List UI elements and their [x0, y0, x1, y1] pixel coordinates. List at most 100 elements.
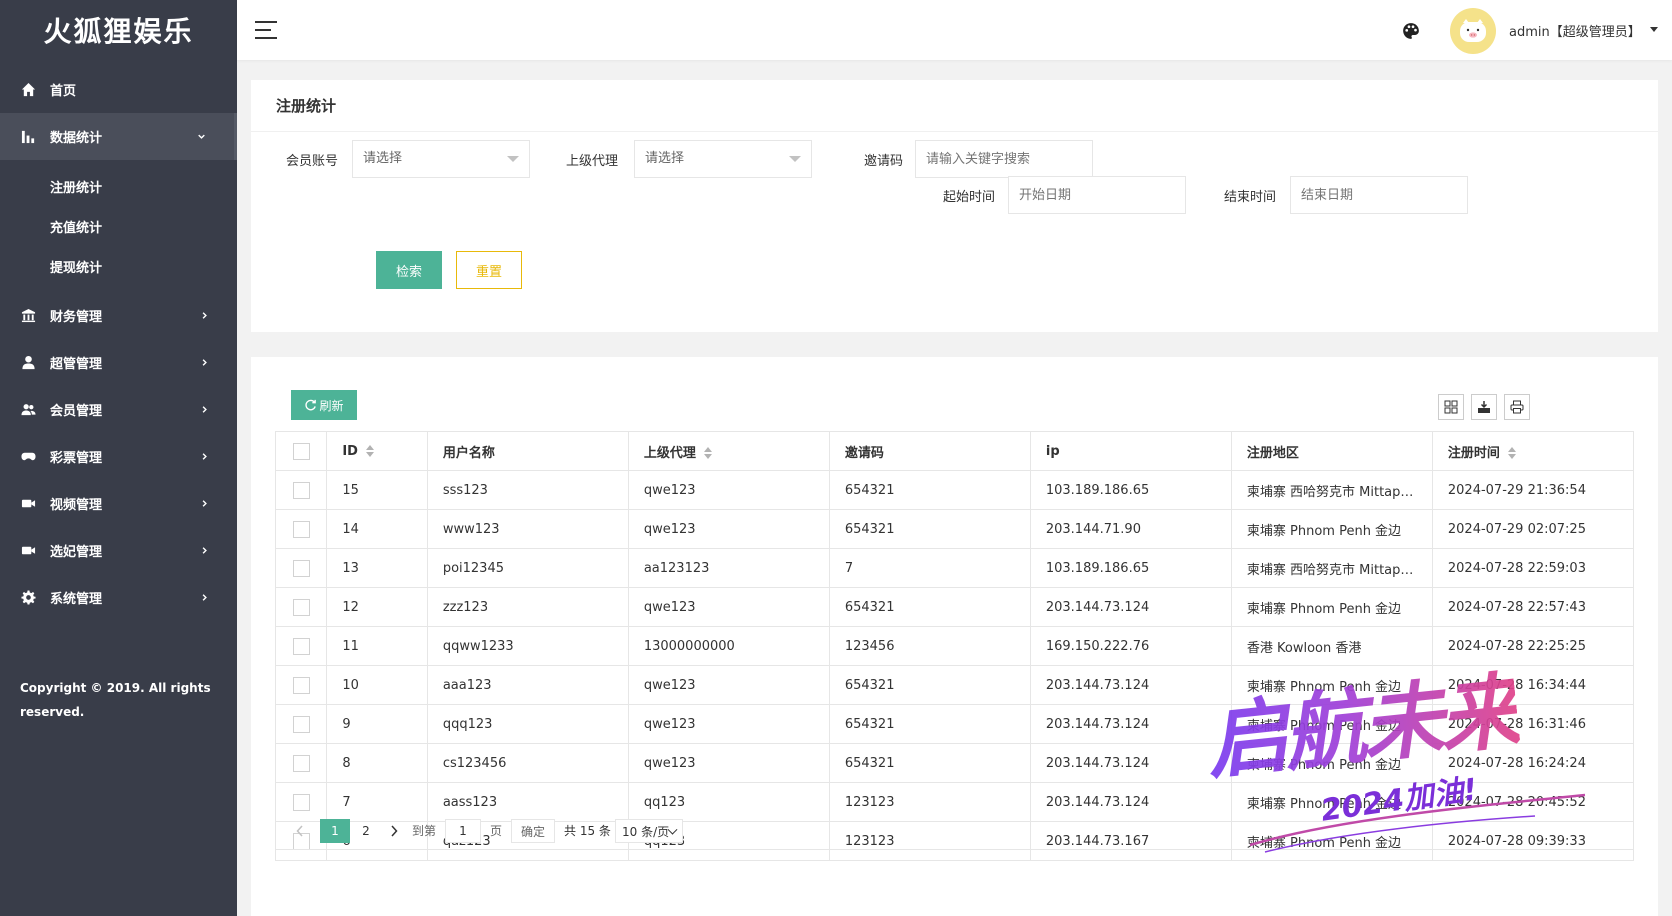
sidebar-item-videos[interactable]: 视频管理 — [0, 480, 237, 527]
caret-down-icon[interactable] — [1650, 27, 1658, 32]
chevron-right-icon — [199, 593, 209, 603]
sidebar-subitem-withdraw-stats[interactable]: 提现统计 — [0, 246, 237, 286]
reset-button[interactable]: 重置 — [456, 251, 522, 289]
user-name[interactable]: admin【超级管理员】 — [1509, 21, 1641, 40]
users-icon — [20, 402, 36, 418]
sidebar-item-selection[interactable]: 选妃管理 — [0, 527, 237, 574]
print-icon[interactable] — [1504, 394, 1530, 420]
cell-ip: 203.144.73.124 — [1029, 704, 1232, 744]
sidebar-item-finance[interactable]: 财务管理 — [0, 292, 237, 339]
sidebar-subitem-register-stats[interactable]: 注册统计 — [0, 166, 237, 206]
column-header-ip: ip — [1029, 431, 1232, 471]
select-all-checkbox[interactable] — [292, 442, 310, 460]
search-button[interactable]: 检索 — [376, 251, 442, 289]
export-icon[interactable] — [1471, 394, 1497, 420]
cell-invite-code: 654321 — [828, 665, 1031, 705]
sidebar-item-label: 系统管理 — [50, 592, 103, 607]
cell-id: 9 — [326, 704, 428, 744]
user-icon — [20, 355, 36, 371]
row-checkbox[interactable] — [292, 520, 310, 538]
refresh-button-label: 刷新 — [319, 398, 344, 413]
sidebar-subitem-recharge-stats[interactable]: 充值统计 — [0, 206, 237, 246]
prev-page-icon[interactable] — [288, 819, 312, 843]
cell-invite-code: 654321 — [828, 470, 1031, 510]
top-header: admin【超级管理员】 — [237, 0, 1672, 60]
goto-page-input[interactable] — [445, 819, 481, 843]
invite-input[interactable] — [915, 140, 1093, 178]
cell-invite-code: 654321 — [828, 743, 1031, 783]
row-checkbox[interactable] — [292, 481, 310, 499]
column-header-region: 注册地区 — [1230, 431, 1433, 471]
sort-icon[interactable] — [1507, 447, 1517, 459]
search-card: 注册统计 会员账号 请选择 上级代理 请选择 邀请码 起始时间 结束时间 检索 … — [251, 80, 1658, 332]
page-2-button[interactable]: 2 — [354, 819, 378, 843]
page-unit-label: 页 — [490, 824, 503, 838]
page-1-button[interactable]: 1 — [320, 819, 350, 843]
sidebar-item-system[interactable]: 系统管理 — [0, 574, 237, 621]
sort-icon[interactable] — [365, 445, 375, 457]
chevron-right-icon — [199, 405, 209, 415]
row-checkbox-cell — [274, 548, 328, 588]
row-checkbox-cell — [274, 470, 328, 510]
table-row[interactable]: 10 aaa123 qwe123 654321 203.144.73.124 柬埔寨 Ph… — [274, 665, 1635, 705]
menu-toggle-icon[interactable] — [255, 21, 277, 39]
row-checkbox[interactable] — [292, 793, 310, 811]
sidebar-item-data-stats[interactable]: 数据统计 — [0, 113, 237, 160]
table-row[interactable]: 13 poi12345 aa123123 7 103.189.186.65 柬埔寨 西哈努… — [274, 548, 1635, 588]
cell-username: poi12345 — [426, 548, 629, 588]
cell-agent: qwe123 — [627, 704, 830, 744]
table-row[interactable]: 8 cs123456 qwe123 654321 203.144.73.124 柬埔寨 P… — [274, 743, 1635, 783]
row-checkbox[interactable] — [292, 598, 310, 616]
total-count: 共 15 条 — [564, 824, 611, 838]
cell-register-time: 2024-07-29 21:36:54 — [1431, 470, 1635, 510]
sort-icon[interactable] — [703, 447, 713, 459]
sidebar-item-members[interactable]: 会员管理 — [0, 386, 237, 433]
next-page-icon[interactable] — [384, 819, 404, 843]
cell-id: 12 — [326, 587, 428, 627]
cell-register-time: 2024-07-28 16:34:44 — [1431, 665, 1635, 705]
sidebar-item-label: 首页 — [50, 84, 77, 99]
sidebar-item-lottery[interactable]: 彩票管理 — [0, 433, 237, 480]
table-row[interactable]: 12 zzz123 qwe123 654321 203.144.73.124 柬埔寨 Ph… — [274, 587, 1635, 627]
row-checkbox[interactable] — [292, 637, 310, 655]
page-size-select[interactable]: 10 条/页 — [615, 819, 683, 843]
refresh-button[interactable]: 刷新 — [291, 390, 357, 420]
row-checkbox[interactable] — [292, 754, 310, 772]
cell-invite-code: 654321 — [828, 587, 1031, 627]
agent-select[interactable]: 请选择 — [634, 140, 812, 178]
member-select[interactable]: 请选择 — [352, 140, 530, 178]
end-date-input[interactable] — [1290, 176, 1468, 214]
row-checkbox[interactable] — [292, 715, 310, 733]
column-header-agent[interactable]: 上级代理 — [627, 431, 830, 471]
table-row[interactable]: 9 qqq123 qwe123 654321 203.144.73.124 柬埔寨 Phn… — [274, 704, 1635, 744]
goto-confirm-button[interactable]: 确定 — [511, 819, 555, 843]
start-date-input[interactable] — [1008, 176, 1186, 214]
row-checkbox[interactable] — [292, 676, 310, 694]
cell-agent: 13000000000 — [627, 626, 830, 666]
video-icon — [20, 543, 36, 559]
caret-down-icon — [507, 156, 519, 162]
cell-agent: qwe123 — [627, 509, 830, 549]
cell-ip: 103.189.186.65 — [1029, 470, 1232, 510]
sidebar-item-home[interactable]: 首页 — [0, 66, 237, 113]
chevron-right-icon — [199, 358, 209, 368]
table-row[interactable]: 15 sss123 qwe123 654321 103.189.186.65 柬埔寨 西哈… — [274, 470, 1635, 510]
palette-icon[interactable] — [1402, 22, 1420, 40]
column-header-id[interactable]: ID — [326, 431, 428, 471]
column-header-register-time[interactable]: 注册时间 — [1431, 431, 1635, 471]
cell-register-time: 2024-07-28 16:24:24 — [1431, 743, 1635, 783]
table-row[interactable]: 14 www123 qwe123 654321 203.144.71.90 柬埔寨 Phn… — [274, 509, 1635, 549]
table-row[interactable]: 11 qqww1233 13000000000 123456 169.150.222.7… — [274, 626, 1635, 666]
bar-chart-icon — [20, 129, 36, 145]
row-checkbox[interactable] — [292, 559, 310, 577]
avatar[interactable] — [1450, 8, 1496, 54]
columns-filter-icon[interactable] — [1438, 394, 1464, 420]
row-checkbox-cell — [274, 704, 328, 744]
cell-id: 14 — [326, 509, 428, 549]
cell-id: 13 — [326, 548, 428, 588]
sidebar-item-admin[interactable]: 超管管理 — [0, 339, 237, 386]
home-icon — [20, 82, 36, 98]
goto-label: 到第 — [412, 824, 437, 838]
cell-register-time: 2024-07-28 16:31:46 — [1431, 704, 1635, 744]
column-header-invite-code: 邀请码 — [828, 431, 1031, 471]
